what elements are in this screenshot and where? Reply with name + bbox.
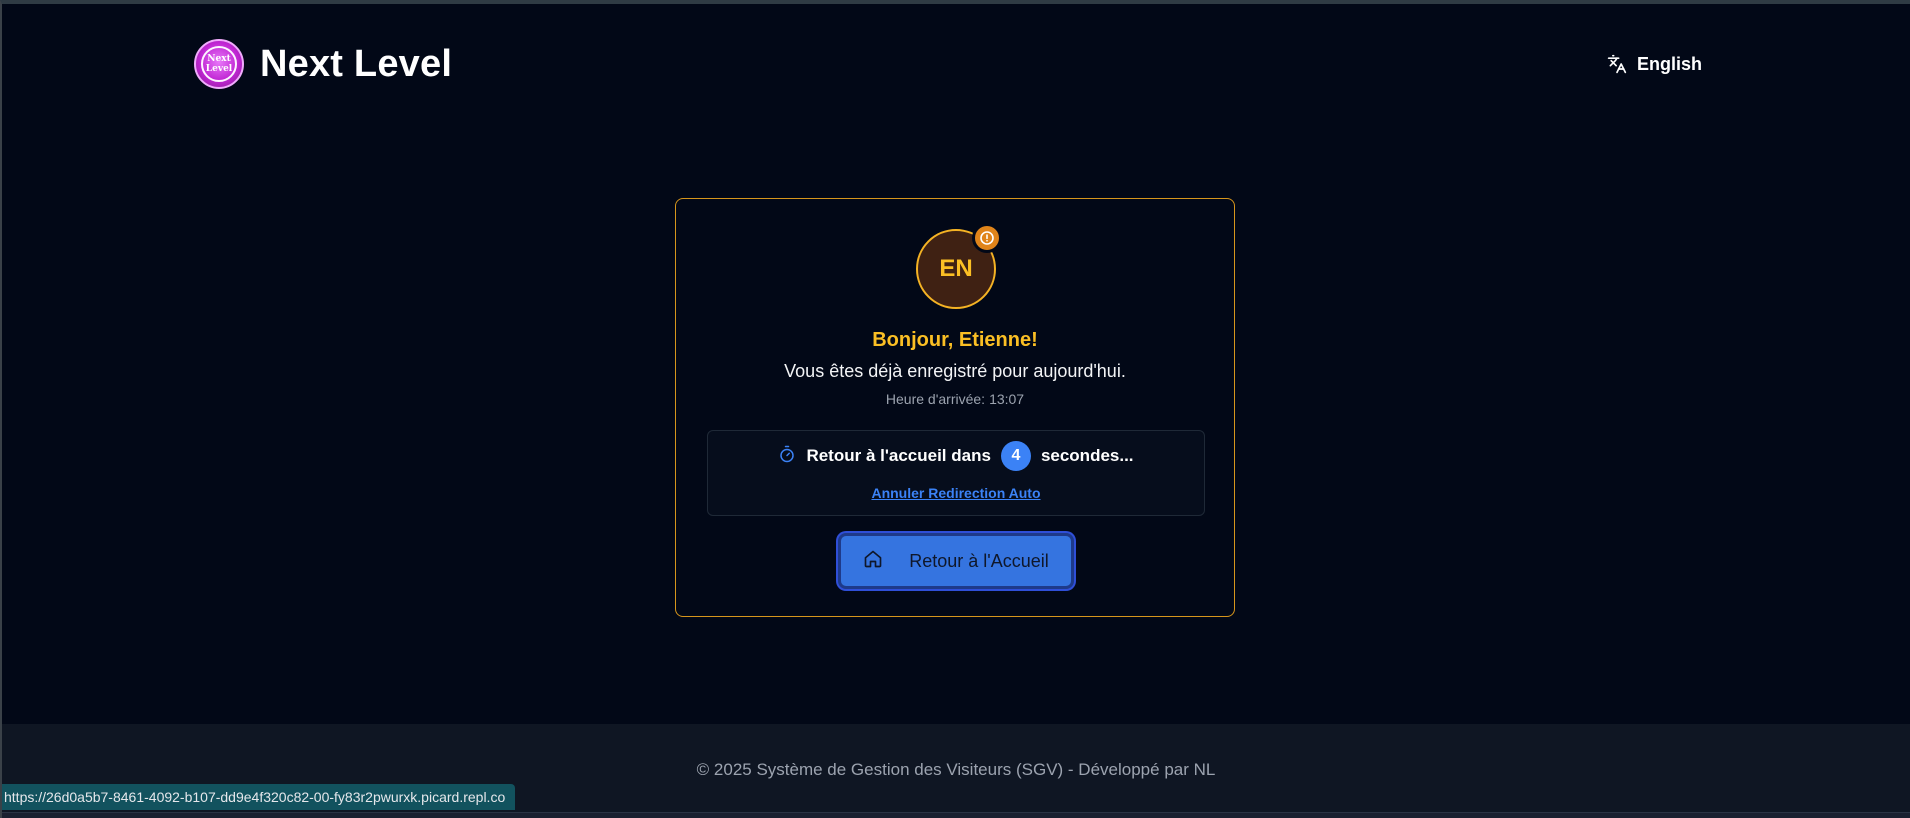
return-home-label: Retour à l'Accueil: [909, 550, 1049, 571]
header: Next Level Next Level English: [194, 34, 1720, 94]
app-window: Next Level Next Level English EN Bonjour…: [0, 0, 1910, 818]
brand[interactable]: Next Level Next Level: [194, 39, 452, 89]
arrival-label: Heure d'arrivée:: [885, 391, 986, 407]
home-icon: [863, 549, 883, 574]
logo-text-line2: Level: [205, 64, 233, 74]
countdown-prefix: Retour à l'accueil dans: [806, 446, 991, 465]
footer-copyright: © 2025 Système de Gestion des Visiteurs …: [696, 760, 1216, 779]
timer-icon: [778, 445, 796, 468]
return-home-button[interactable]: Retour à l'Accueil: [838, 533, 1074, 589]
language-label: English: [1636, 53, 1702, 74]
status-bar-url: https://26d0a5b7-8461-4092-b107-dd9e4f32…: [2, 784, 516, 810]
translate-icon: [1607, 54, 1627, 74]
countdown-row: Retour à l'accueil dans 4 secondes...: [708, 441, 1204, 471]
checkin-status-card: EN Bonjour, Etienne! Vous êtes déjà enre…: [675, 198, 1235, 617]
countdown-suffix: secondes...: [1040, 446, 1134, 465]
language-switcher-button[interactable]: English: [1599, 48, 1710, 81]
logo-emblem: Next Level: [201, 46, 237, 82]
arrival-time: Heure d'arrivée: 13:07: [676, 391, 1234, 407]
countdown-seconds-badge: 4: [1000, 441, 1031, 471]
avatar-container: EN: [916, 223, 1002, 309]
arrival-time-value: 13:07: [989, 391, 1025, 407]
logo: Next Level: [194, 39, 244, 89]
cancel-auto-redirect-link[interactable]: Annuler Redirection Auto: [708, 485, 1204, 501]
auto-redirect-panel: Retour à l'accueil dans 4 secondes... An…: [707, 430, 1205, 516]
alert-circle-icon: [972, 223, 1002, 253]
greeting-heading: Bonjour, Etienne!: [872, 329, 1038, 351]
brand-title: Next Level: [260, 42, 453, 85]
taskbar-strip: [2, 812, 1910, 818]
logo-text-line1: Next: [207, 54, 231, 64]
already-registered-message: Vous êtes déjà enregistré pour aujourd'h…: [784, 361, 1126, 381]
